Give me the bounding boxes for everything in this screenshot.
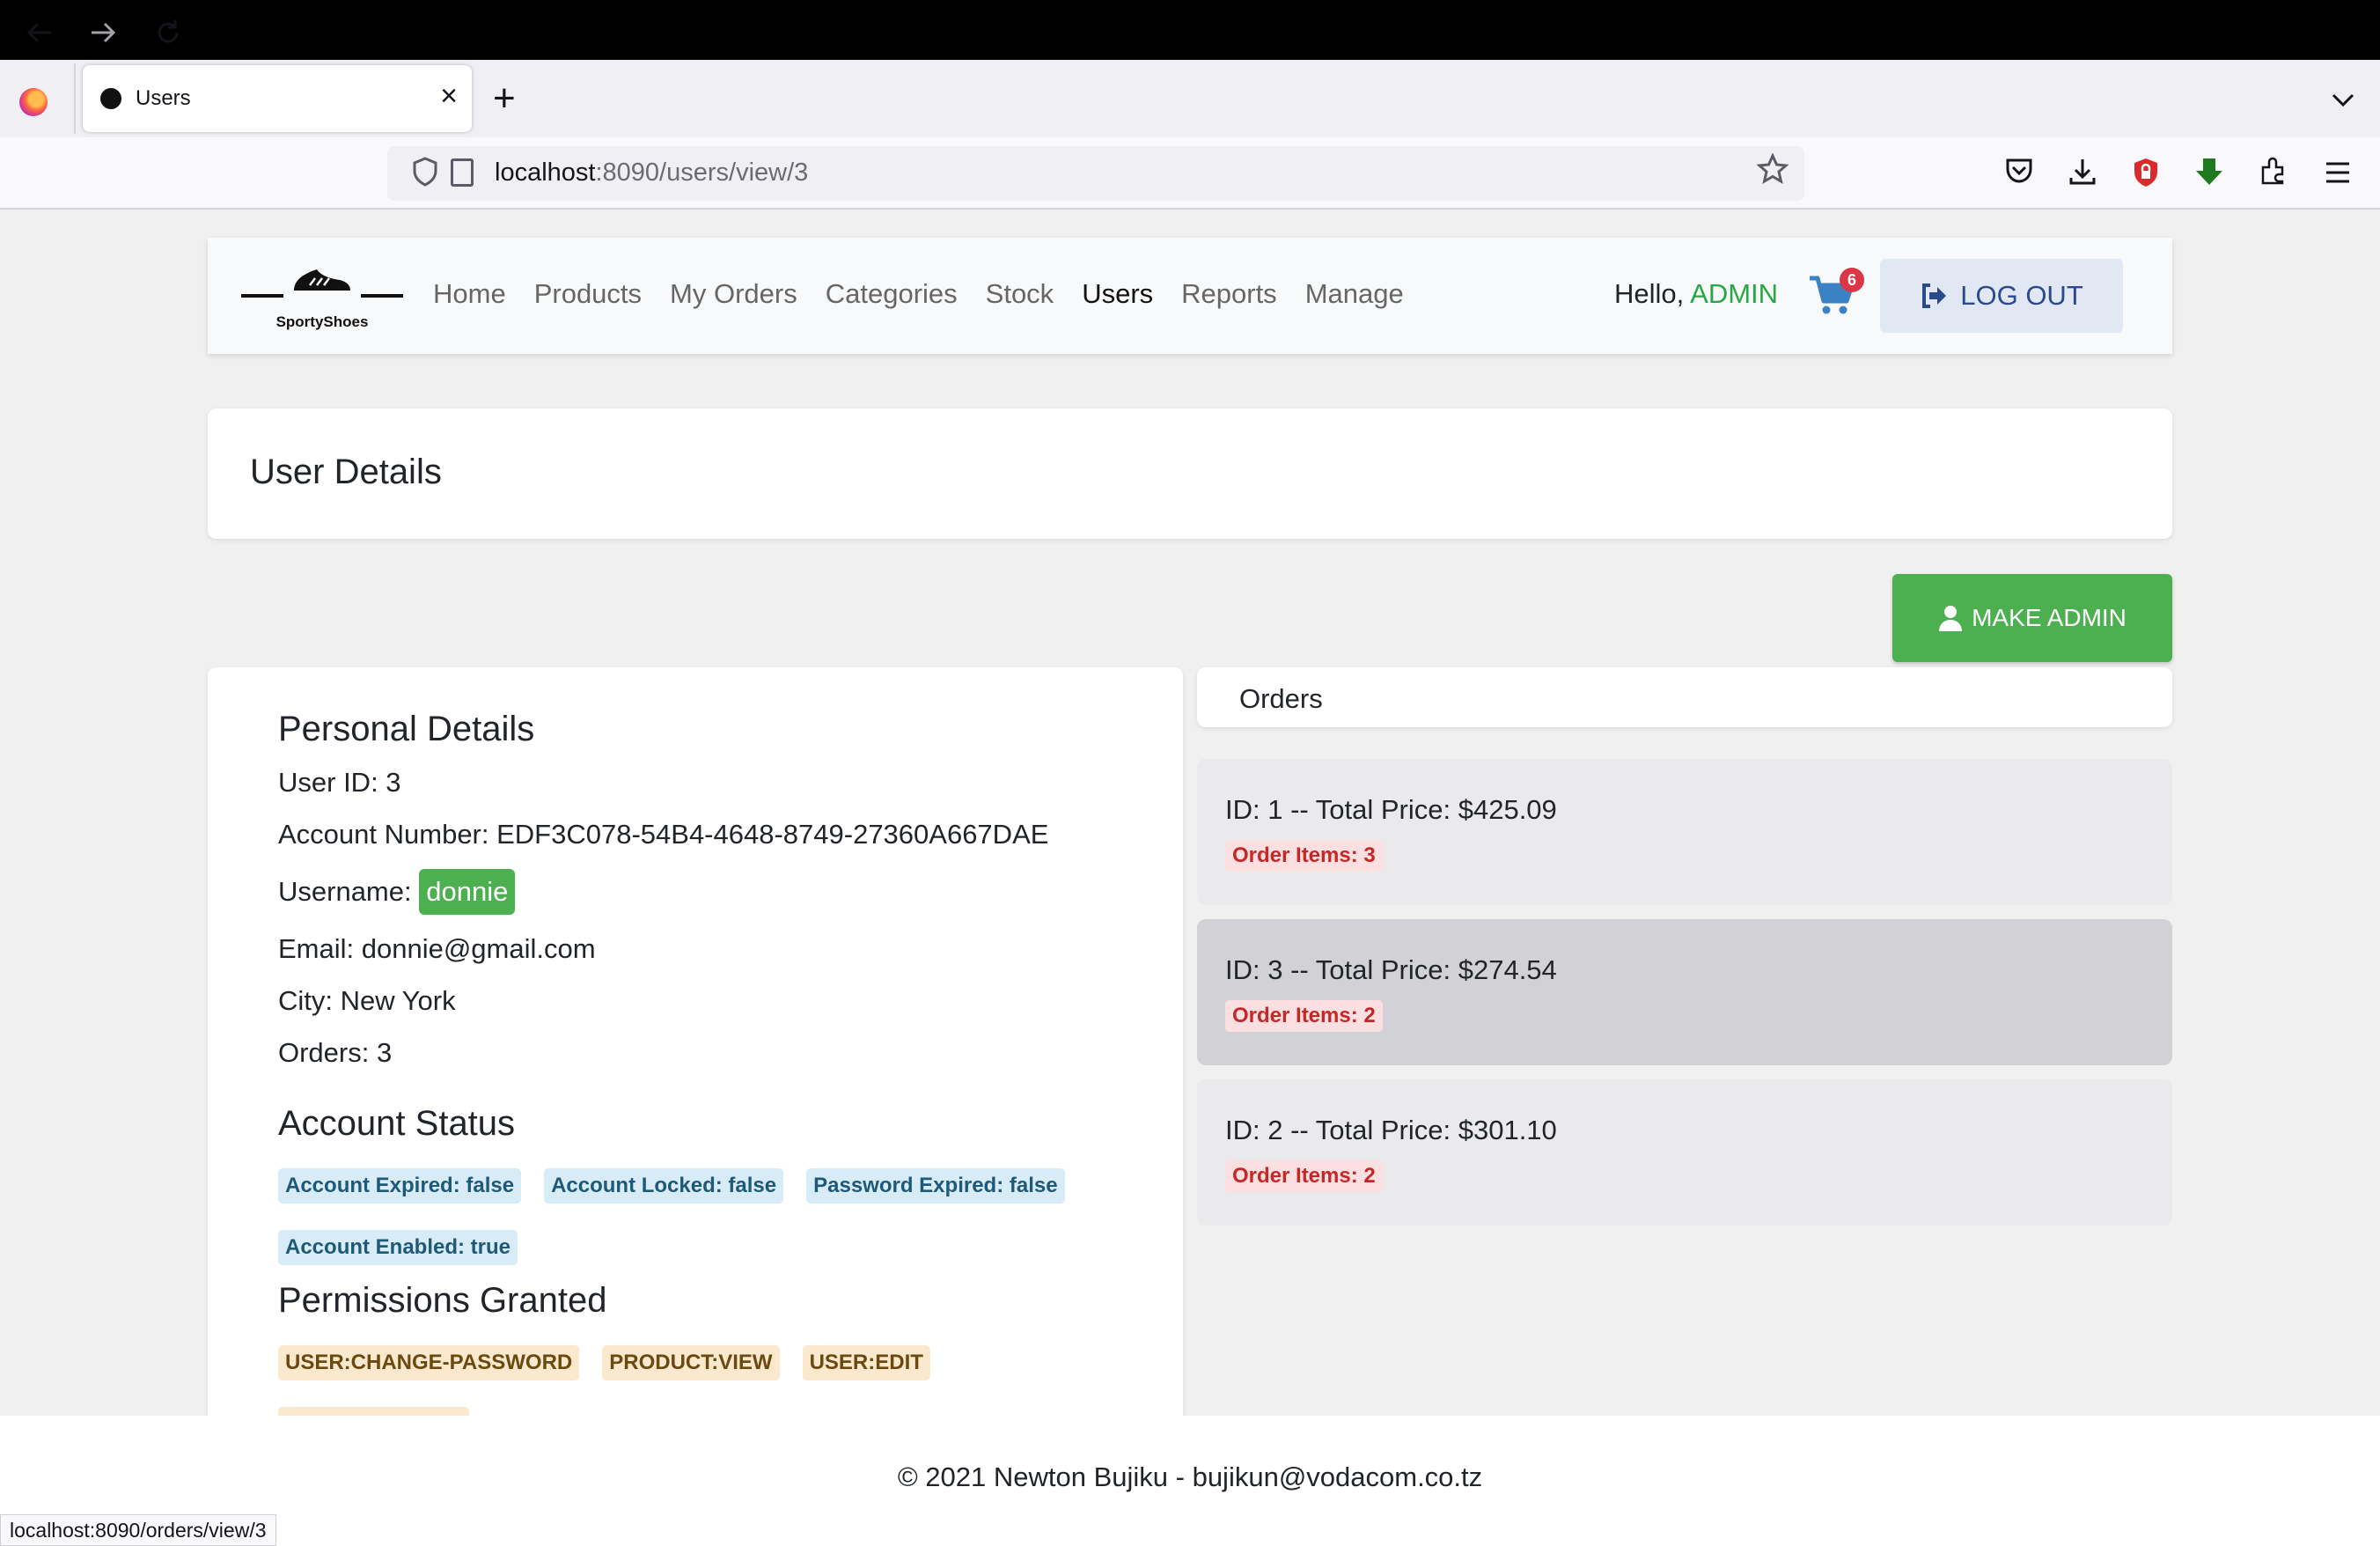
- tab-favicon-icon: [100, 88, 121, 109]
- permission-badge: USER:EDIT: [802, 1345, 930, 1380]
- menu-my-orders[interactable]: My Orders: [670, 278, 797, 310]
- new-tab-icon[interactable]: +: [493, 79, 516, 118]
- order-title: ID: 2 -- Total Price: $301.10: [1225, 1115, 1557, 1145]
- user-details-card: Personal Details User ID: 3 Account Numb…: [208, 667, 1183, 1416]
- brand-logo[interactable]: SportyShoes: [241, 257, 403, 336]
- greeting-username[interactable]: ADMIN: [1690, 278, 1778, 309]
- make-admin-label: MAKE ADMIN: [1972, 604, 2127, 631]
- user-icon: [1939, 606, 1963, 631]
- permission-badge: CATEGORY:VIEW: [278, 1407, 469, 1416]
- orders-count: Orders: 3: [278, 1037, 393, 1068]
- firefox-icon[interactable]: [19, 88, 48, 116]
- page-header-card: User Details: [208, 409, 2172, 539]
- permissions-heading: Permissions Granted: [278, 1281, 607, 1320]
- personal-details-heading: Personal Details: [278, 710, 535, 748]
- url-text[interactable]: localhost:8090/users/view/3: [495, 158, 808, 188]
- permission-badge: USER:CHANGE-PASSWORD: [278, 1345, 580, 1380]
- url-host: localhost: [495, 158, 596, 187]
- permissions-badges: USER:CHANGE-PASSWORD PRODUCT:VIEW USER:E…: [278, 1345, 1106, 1416]
- username-row: Username: donnie: [278, 869, 1106, 915]
- greeting: Hello, ADMIN: [1614, 278, 1778, 310]
- tab-list-chevron-icon[interactable]: [2331, 86, 2355, 114]
- shoe-icon: [294, 269, 350, 291]
- app-navbar: SportyShoes Home Products My Orders Cate…: [208, 238, 2172, 354]
- logout-label: LOG OUT: [1960, 280, 2083, 311]
- main-menu: Home Products My Orders Categories Stock…: [433, 278, 1432, 310]
- page-title: User Details: [250, 453, 442, 491]
- menu-categories[interactable]: Categories: [826, 278, 958, 310]
- page-footer: © 2021 Newton Bujiku - bujikun@vodacom.c…: [0, 1416, 2380, 1546]
- sign-out-icon: [1922, 283, 1947, 308]
- permission-badge: PRODUCT:VIEW: [602, 1345, 780, 1380]
- username-label: Username:: [278, 876, 420, 907]
- menu-home[interactable]: Home: [433, 278, 506, 310]
- ublock-icon[interactable]: [2128, 157, 2163, 192]
- orders-header: Orders: [1197, 667, 2172, 727]
- order-item[interactable]: ID: 3 -- Total Price: $274.54 Order Item…: [1197, 919, 2172, 1065]
- logo-line-right: [361, 294, 403, 298]
- menu-users[interactable]: Users: [1082, 278, 1153, 310]
- email: Email: donnie@gmail.com: [278, 933, 596, 964]
- username-badge: donnie: [419, 869, 516, 915]
- status-badge: Account Locked: false: [544, 1168, 784, 1204]
- back-icon[interactable]: [25, 18, 55, 55]
- brand-name: SportyShoes: [275, 313, 369, 330]
- tab-title: Users: [136, 86, 191, 110]
- order-title: ID: 3 -- Total Price: $274.54: [1225, 954, 1557, 985]
- logo-line-left: [241, 294, 283, 298]
- menu-products[interactable]: Products: [534, 278, 642, 310]
- star-icon[interactable]: [1756, 152, 1789, 194]
- os-top-bar: [0, 0, 2380, 60]
- download-icon[interactable]: [2065, 157, 2100, 192]
- url-path: :8090/users/view/3: [595, 158, 809, 187]
- orders-heading: Orders: [1239, 683, 1323, 714]
- shield-icon[interactable]: [412, 157, 438, 194]
- browser-tab-users[interactable]: Users ×: [83, 65, 472, 132]
- city: City: New York: [278, 985, 456, 1016]
- make-admin-button[interactable]: MAKE ADMIN: [1892, 574, 2172, 662]
- status-bar-url: localhost:8090/orders/view/3: [0, 1514, 276, 1546]
- order-title: ID: 1 -- Total Price: $425.09: [1225, 794, 1557, 825]
- order-item[interactable]: ID: 1 -- Total Price: $425.09 Order Item…: [1197, 759, 2172, 905]
- tab-close-icon[interactable]: ×: [440, 81, 458, 111]
- menu-icon[interactable]: [2320, 157, 2355, 192]
- order-items-badge: Order Items: 2: [1225, 1160, 1383, 1192]
- user-id: User ID: 3: [278, 767, 401, 798]
- status-badge: Password Expired: false: [806, 1168, 1065, 1204]
- pocket-icon[interactable]: [2002, 157, 2037, 192]
- order-items-badge: Order Items: 2: [1225, 1000, 1383, 1032]
- order-items-badge: Order Items: 3: [1225, 840, 1383, 872]
- status-badge: Account Enabled: true: [278, 1230, 518, 1265]
- web-page: SportyShoes Home Products My Orders Cate…: [0, 211, 2380, 1416]
- url-bar[interactable]: localhost:8090/users/view/3: [387, 146, 1804, 201]
- account-number: Account Number: EDF3C078-54B4-4648-8749-…: [278, 819, 1049, 850]
- extension-download-icon[interactable]: [2192, 157, 2227, 192]
- reload-icon[interactable]: [153, 18, 183, 55]
- cart-count-badge: 6: [1840, 268, 1864, 292]
- menu-stock[interactable]: Stock: [986, 278, 1054, 310]
- extensions-icon[interactable]: [2255, 157, 2290, 192]
- account-status-badges: Account Expired: false Account Locked: f…: [278, 1168, 1106, 1265]
- page-icon[interactable]: [451, 158, 474, 187]
- tab-separator: [74, 63, 76, 134]
- order-item[interactable]: ID: 2 -- Total Price: $301.10 Order Item…: [1197, 1079, 2172, 1226]
- status-badge: Account Expired: false: [278, 1168, 522, 1204]
- menu-manage[interactable]: Manage: [1305, 278, 1404, 310]
- footer-text: © 2021 Newton Bujiku - bujikun@vodacom.c…: [897, 1461, 1483, 1492]
- menu-reports[interactable]: Reports: [1181, 278, 1277, 310]
- forward-icon[interactable]: [88, 18, 118, 55]
- logout-button[interactable]: LOG OUT: [1880, 259, 2123, 333]
- greeting-prefix: Hello,: [1614, 278, 1691, 309]
- account-status-heading: Account Status: [278, 1104, 516, 1143]
